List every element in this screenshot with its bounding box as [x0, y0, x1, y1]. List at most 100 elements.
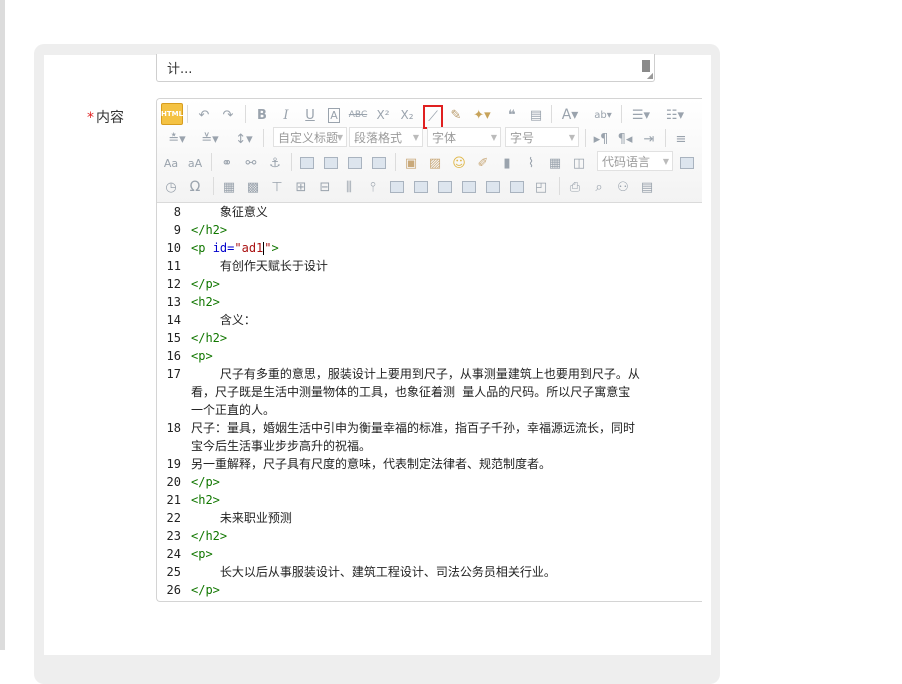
attachment-icon[interactable]: ⌇	[521, 153, 541, 173]
code-text: 另一重解释，尺子具有尺度的意味，代表制定法律者、规范制度者。	[191, 457, 552, 471]
content-label: * 内容	[87, 107, 124, 127]
line-number: 23	[166, 529, 181, 543]
insert-time-icon[interactable]: ◷	[161, 177, 181, 197]
clear-doc-icon[interactable]: ◰	[531, 177, 551, 197]
code-text: </h2>	[191, 223, 228, 237]
code-text: 尺子：量具，婚姻生活中引申为衡量幸福的标准，指百子千孙，幸福源远流长，同时	[191, 421, 636, 435]
special-chars-icon[interactable]: Ω	[185, 177, 205, 197]
previous-textarea-text: 计...	[167, 62, 193, 77]
insert-table-icon[interactable]: ▦	[219, 177, 239, 197]
undo-icon[interactable]: ↶	[195, 105, 213, 125]
drafts-icon[interactable]: ▤	[637, 177, 657, 197]
ordered-list-icon[interactable]: ☰▾	[627, 105, 655, 125]
code-text: <p>	[191, 349, 213, 363]
required-mark: *	[87, 110, 94, 126]
map-icon[interactable]: ▦	[545, 153, 565, 173]
template-icon[interactable]	[677, 153, 697, 173]
font-family-select[interactable]: 字体 ▼	[427, 127, 501, 147]
image-center-icon[interactable]	[369, 153, 389, 173]
image-none-icon[interactable]	[297, 153, 317, 173]
font-size-select[interactable]: 字号 ▼	[505, 127, 579, 147]
redo-icon[interactable]: ↷	[219, 105, 237, 125]
anchor-icon[interactable]: ⚓	[265, 153, 285, 173]
insert-col-icon[interactable]: ⫼	[339, 177, 359, 197]
resize-grip-icon[interactable]: ◢	[647, 72, 653, 80]
line-number: 10	[166, 241, 181, 255]
code-text: </p>	[191, 277, 220, 291]
line-number: 24	[166, 547, 181, 561]
justify-left-icon[interactable]: ≡	[671, 129, 691, 149]
code-text: </p>	[191, 475, 220, 489]
emotion-icon[interactable]: ☺	[449, 153, 469, 173]
code-text: <h2>	[191, 295, 220, 309]
italic-icon[interactable]: I	[277, 105, 295, 125]
print-icon[interactable]: ⎙	[565, 177, 585, 197]
subscript-icon[interactable]: X₂	[397, 105, 417, 125]
delete-row-icon[interactable]: ⊟	[315, 177, 335, 197]
custom-title-select[interactable]: 自定义标题 ▼	[273, 127, 347, 147]
search-replace-icon[interactable]: ⚇	[613, 177, 633, 197]
uppercase-icon[interactable]: Aa	[161, 153, 181, 173]
highlight-color-icon[interactable]: ab▾	[589, 105, 617, 125]
line-number: 11	[166, 259, 181, 273]
paragraph-format-select[interactable]: 段落格式 ▼	[349, 127, 423, 147]
lowercase-icon[interactable]: aA	[185, 153, 205, 173]
split-cells-icon[interactable]	[459, 177, 479, 197]
split-rows-icon[interactable]	[483, 177, 503, 197]
insert-video-icon[interactable]: ▮	[497, 153, 517, 173]
split-cols-icon[interactable]	[507, 177, 527, 197]
line-number: 18	[166, 421, 181, 435]
line-number: 15	[166, 331, 181, 345]
font-color-icon[interactable]: A▾	[557, 105, 583, 125]
font-border-icon[interactable]: A	[325, 105, 343, 125]
row-spacing-top-icon[interactable]: ≛▾	[163, 129, 191, 149]
image-left-icon[interactable]	[321, 153, 341, 173]
superscript-icon[interactable]: X²	[373, 105, 393, 125]
html-source-button[interactable]: HTML	[161, 103, 183, 125]
code-text: <p>	[191, 547, 213, 561]
line-number: 8	[173, 205, 181, 219]
line-number: 14	[166, 313, 181, 327]
insert-frame-icon[interactable]: ◫	[569, 153, 589, 173]
link-chain-icon[interactable]: ⚭	[217, 153, 237, 173]
image-right-icon[interactable]	[345, 153, 365, 173]
code-language-select[interactable]: 代码语言 ▼	[597, 151, 673, 171]
line-height-icon[interactable]: ↕▾	[229, 129, 259, 149]
line-number: 26	[166, 583, 181, 597]
rtl-direction-icon[interactable]: ¶◂	[615, 129, 635, 149]
code-text: 含义：	[191, 313, 256, 327]
ltr-direction-icon[interactable]: ▸¶	[591, 129, 611, 149]
code-text: 一个正直的人。	[191, 403, 276, 417]
previous-textarea[interactable]: 计... ◢	[156, 54, 655, 82]
insert-row-icon[interactable]: ⊞	[291, 177, 311, 197]
bold-icon[interactable]: B	[253, 105, 271, 125]
line-number: 9	[173, 223, 181, 237]
merge-right-icon[interactable]	[411, 177, 431, 197]
row-spacing-bottom-icon[interactable]: ≚▾	[197, 129, 223, 149]
merge-cells-icon[interactable]	[387, 177, 407, 197]
simple-upload-icon[interactable]: ▣	[401, 153, 421, 173]
indent-icon[interactable]: ⇥	[639, 129, 659, 149]
line-number: 20	[166, 475, 181, 489]
auto-format-icon[interactable]: ✦▾	[469, 105, 495, 125]
line-number: 21	[166, 493, 181, 507]
format-brush-icon[interactable]: ✎	[447, 105, 465, 125]
code-text: <h2>	[191, 493, 220, 507]
unordered-list-icon[interactable]: ☷▾	[661, 105, 689, 125]
underline-icon[interactable]: U	[301, 105, 319, 125]
rich-text-editor[interactable]: HTML ↶ ↷ B I U A ABC X² X₂ ⟋ ✎ ✦▾ ❝ ▤ A▾…	[156, 98, 702, 602]
delete-col-icon[interactable]: ⫯	[363, 177, 383, 197]
scrawl-icon[interactable]: ✐	[473, 153, 493, 173]
unlink-icon[interactable]: ⚯	[241, 153, 261, 173]
delete-table-icon[interactable]: ▩	[243, 177, 263, 197]
insert-image-icon[interactable]: ▨	[425, 153, 445, 173]
blockquote-icon[interactable]: ❝	[503, 105, 521, 125]
code-view[interactable]: 8 象征意义 9 </h2> 10 <p id="ad1"> 11 有创作天赋长于设计 12…	[157, 203, 702, 601]
insert-paragraph-before-table-icon[interactable]: ⊤	[267, 177, 287, 197]
merge-down-icon[interactable]	[435, 177, 455, 197]
strikethrough-icon[interactable]: ABC	[347, 105, 369, 125]
line-number: 17	[166, 367, 181, 381]
preview-icon[interactable]: ⌕	[589, 177, 609, 197]
paste-plain-icon[interactable]: ▤	[527, 105, 545, 125]
code-text: </h2>	[191, 529, 228, 543]
